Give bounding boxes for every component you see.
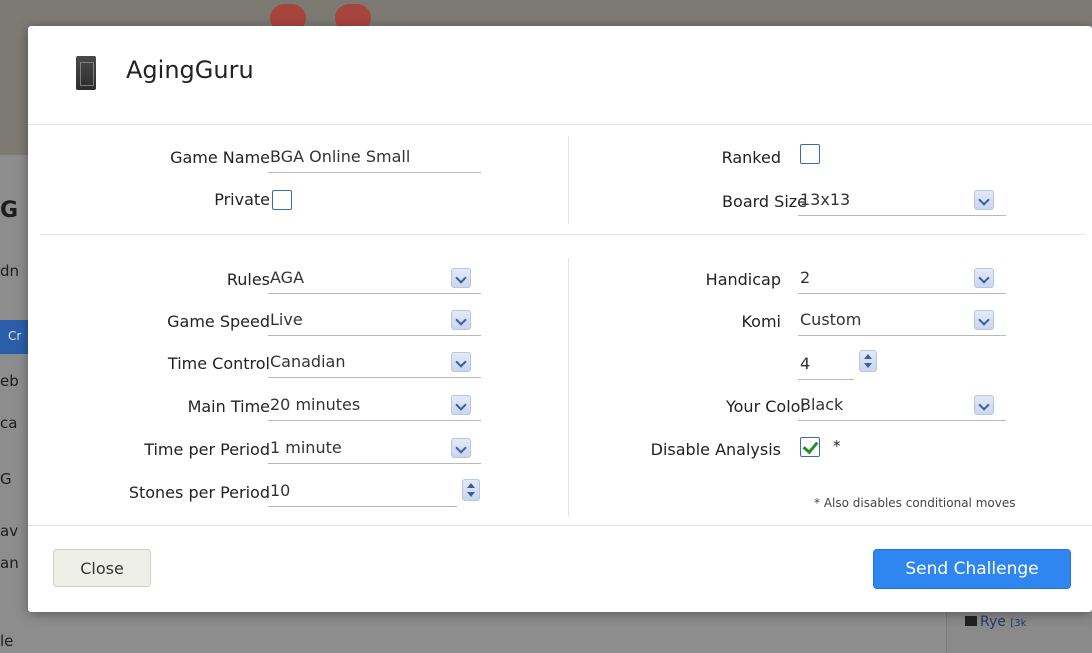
ranked-checkbox[interactable] <box>800 144 820 164</box>
chevron-down-icon[interactable] <box>451 310 471 330</box>
your-color-label: Your Color <box>725 397 807 416</box>
background-text-fragment: le <box>0 632 14 650</box>
section-divider <box>568 258 569 516</box>
main-time-select[interactable]: 20 minutes <box>268 391 481 421</box>
rules-label: Rules <box>226 270 270 289</box>
stepper-icon[interactable] <box>462 479 480 501</box>
dialog-header: AgingGuru <box>28 26 1092 125</box>
send-challenge-button[interactable]: Send Challenge <box>873 549 1071 589</box>
main-time-label: Main Time <box>187 397 270 416</box>
chevron-down-icon[interactable] <box>974 268 994 288</box>
background-text-fragment: G <box>0 470 12 488</box>
flag-icon <box>965 616 977 626</box>
background-text-fragment: G <box>0 198 19 223</box>
handicap-label: Handicap <box>705 270 781 289</box>
game-name-input[interactable]: BGA Online Small <box>268 143 481 173</box>
time-per-period-select[interactable]: 1 minute <box>268 434 481 464</box>
chevron-down-icon[interactable] <box>451 438 471 458</box>
background-text-fragment: an <box>0 554 19 572</box>
board-size-label: Board Size <box>722 192 807 211</box>
disable-analysis-checkbox[interactable] <box>800 437 820 457</box>
background-text-fragment: dn <box>0 262 20 280</box>
rules-select[interactable]: AGA <box>268 264 481 294</box>
background-blue-button: Cr <box>0 320 28 354</box>
section-divider <box>568 136 569 224</box>
close-button[interactable]: Close <box>53 549 151 587</box>
background-text-fragment: av <box>0 522 19 540</box>
komi-label: Komi <box>741 312 781 331</box>
chevron-down-icon[interactable] <box>974 190 994 210</box>
opponent-username: AgingGuru <box>126 56 254 84</box>
private-checkbox[interactable] <box>272 190 292 210</box>
time-per-period-label: Time per Period <box>144 440 270 459</box>
chevron-down-icon[interactable] <box>451 268 471 288</box>
section-divider <box>40 234 1085 235</box>
background-text-fragment: ca <box>0 414 18 432</box>
background-text-fragment: eb <box>0 372 19 390</box>
avatar <box>76 56 96 90</box>
stepper-icon[interactable] <box>859 350 877 372</box>
custom-komi-input[interactable]: 4 <box>798 350 854 380</box>
private-label: Private <box>214 190 270 209</box>
stones-per-period-input[interactable]: 10 <box>268 477 457 507</box>
game-speed-select[interactable]: Live <box>268 306 481 336</box>
challenge-dialog: AgingGuru Game Name BGA Online Small Pri… <box>28 26 1092 612</box>
chevron-down-icon[interactable] <box>974 395 994 415</box>
chevron-down-icon[interactable] <box>451 395 471 415</box>
chevron-down-icon[interactable] <box>451 352 471 372</box>
game-speed-label: Game Speed <box>167 312 270 331</box>
disable-analysis-label: Disable Analysis <box>650 440 781 459</box>
time-control-label: Time Control <box>167 354 270 373</box>
time-control-select[interactable]: Canadian <box>268 348 481 378</box>
ranked-label: Ranked <box>721 148 781 167</box>
game-name-label: Game Name <box>170 148 270 167</box>
analysis-footnote: * Also disables conditional moves <box>814 496 1016 510</box>
chevron-down-icon[interactable] <box>974 310 994 330</box>
asterisk-marker: * <box>833 437 841 455</box>
stones-per-period-label: Stones per Period <box>128 483 270 502</box>
background-player-name: Rye [3k <box>980 614 1027 630</box>
footer-divider <box>28 525 1092 526</box>
